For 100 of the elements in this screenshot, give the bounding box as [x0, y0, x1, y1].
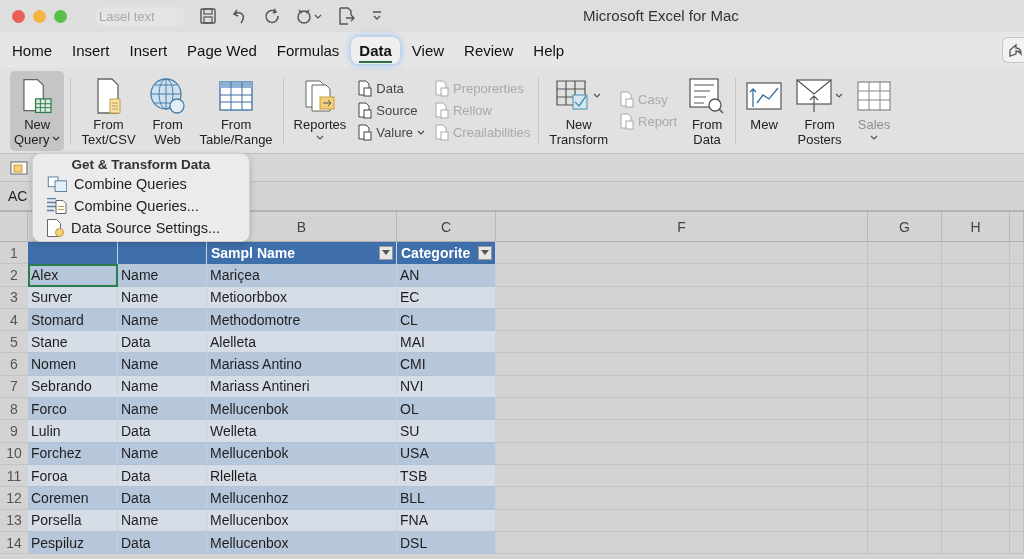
document-icon — [434, 80, 449, 97]
ribbon-tab[interactable]: View — [403, 36, 453, 64]
table-cell: Name — [118, 509, 207, 532]
ribbon-button[interactable]: Reportes — [289, 70, 351, 151]
table-cell: Alex — [28, 264, 118, 287]
ribbon-tab[interactable]: Page Wed — [179, 36, 265, 64]
table-cell: Rlelleta — [207, 464, 397, 488]
ribbon-small-button[interactable]: Valure — [356, 123, 427, 142]
table-cell: BLL — [397, 487, 496, 510]
redo-icon[interactable] — [263, 7, 281, 25]
column-header[interactable]: G — [868, 212, 942, 242]
line-chart-icon — [746, 81, 783, 110]
column-header[interactable]: C — [397, 212, 496, 242]
ribbon-button[interactable]: From Web — [145, 70, 190, 151]
column-header[interactable]: H — [942, 212, 1010, 242]
customize-icon[interactable] — [371, 10, 383, 22]
table-header-text: Categorite — [401, 245, 471, 262]
ribbon-button[interactable]: From Text/CSV — [77, 70, 140, 151]
table-cell: Name — [118, 308, 207, 332]
table-cell: Data — [118, 331, 207, 354]
table-cell: Name — [118, 398, 207, 421]
table-cell: Sebrando — [28, 375, 118, 399]
table-cell: Data — [118, 464, 207, 488]
document-icon — [620, 91, 635, 108]
table-icon — [219, 80, 254, 111]
table-cell: FNA — [397, 509, 496, 532]
name-box[interactable]: AC — [8, 188, 28, 204]
table-cell: Mariçea — [207, 264, 397, 287]
table-cell: Pespiluz — [28, 531, 118, 555]
grid-cell — [1010, 242, 1024, 265]
alarm-clock-icon[interactable] — [295, 7, 323, 25]
table-cell: DSL — [397, 531, 496, 555]
caret-icon — [481, 250, 489, 257]
table-cell: CL — [397, 308, 496, 332]
table-cell: Name — [118, 353, 207, 376]
windows-icon — [47, 176, 67, 192]
document-icon — [96, 77, 121, 114]
table-cell: Mellucenbox — [207, 531, 397, 555]
ribbon-button[interactable]: New Transform — [545, 70, 613, 151]
document-search-icon — [689, 77, 726, 114]
table-cell: TSB — [397, 464, 496, 488]
document-list-icon — [47, 198, 67, 214]
table-cell: Porsella — [28, 509, 118, 532]
ribbon-tab[interactable]: Help — [525, 36, 573, 64]
table-cell: Lulin — [28, 420, 118, 443]
table-cell: Forchez — [28, 442, 118, 465]
ribbon-button[interactable]: From Table/Range — [195, 70, 277, 151]
document-icon — [620, 113, 635, 130]
table-cell: Surver — [28, 286, 118, 309]
table-cell: Name — [118, 375, 207, 399]
ribbon-button[interactable]: Mew — [742, 70, 787, 151]
document-icon — [434, 102, 449, 119]
ribbon-tab[interactable]: Data — [351, 36, 400, 64]
menu-item[interactable]: Combine Queries — [33, 173, 249, 195]
document-icon — [358, 80, 373, 97]
table-cell: MAI — [397, 331, 496, 354]
table-cell: Mariass Antino — [207, 353, 397, 376]
ribbon-tab[interactable]: Insert — [121, 36, 176, 64]
table-cell: Mariass Antineri — [207, 375, 397, 399]
table-cell: Name — [118, 442, 207, 465]
menu-title: Get & Transform Data — [70, 156, 212, 173]
document-grid-icon — [22, 77, 53, 114]
document-arrow-icon[interactable] — [337, 7, 357, 25]
ribbon-small-button[interactable]: Data — [356, 79, 427, 98]
ribbon-tab[interactable]: Review — [456, 36, 522, 64]
grid-icon — [857, 80, 892, 111]
table-cell: Coremen — [28, 487, 118, 510]
column-header[interactable]: F — [496, 212, 868, 242]
table-cell: Alelleta — [207, 331, 397, 354]
document-icon — [358, 124, 373, 141]
grid-cell — [942, 242, 1010, 265]
window-title: Microsoft Excel for Mac — [583, 7, 739, 24]
document-icon — [434, 124, 449, 141]
ribbon-button[interactable]: From Data — [685, 70, 730, 151]
filter-button[interactable] — [379, 246, 393, 261]
ribbon-tab[interactable]: Formulas — [268, 36, 348, 64]
save-icon[interactable] — [199, 7, 217, 25]
table-check-icon — [556, 79, 591, 112]
folder-icon[interactable] — [10, 159, 28, 176]
table-cell: NVI — [397, 375, 496, 399]
table-cell: USA — [397, 442, 496, 465]
table-cell: Forco — [28, 398, 118, 421]
table-cell: Data — [118, 420, 207, 443]
table-cell: Data — [118, 531, 207, 555]
table-header-text: Sampl Name — [211, 245, 296, 262]
table-cell: OL — [397, 398, 496, 421]
table-cell: AN — [397, 264, 496, 287]
ribbon-button[interactable]: New Query — [10, 70, 65, 151]
table-cell: Mellucenbok — [207, 442, 397, 465]
filter-button[interactable] — [478, 246, 492, 261]
table-cell: Stane — [28, 331, 118, 354]
table-cell: EC — [397, 286, 496, 309]
ribbon-tab[interactable]: Home — [4, 36, 60, 64]
ribbon-tab[interactable]: Insert — [64, 36, 118, 64]
table-cell: Mellucenbok — [207, 398, 397, 421]
table-cell: Methodomotre — [207, 308, 397, 332]
table-cell: CMI — [397, 353, 496, 376]
ribbon-button[interactable]: From Posters — [792, 70, 848, 151]
share-button[interactable] — [1002, 37, 1024, 63]
ribbon-small-button[interactable]: Source — [356, 101, 427, 120]
